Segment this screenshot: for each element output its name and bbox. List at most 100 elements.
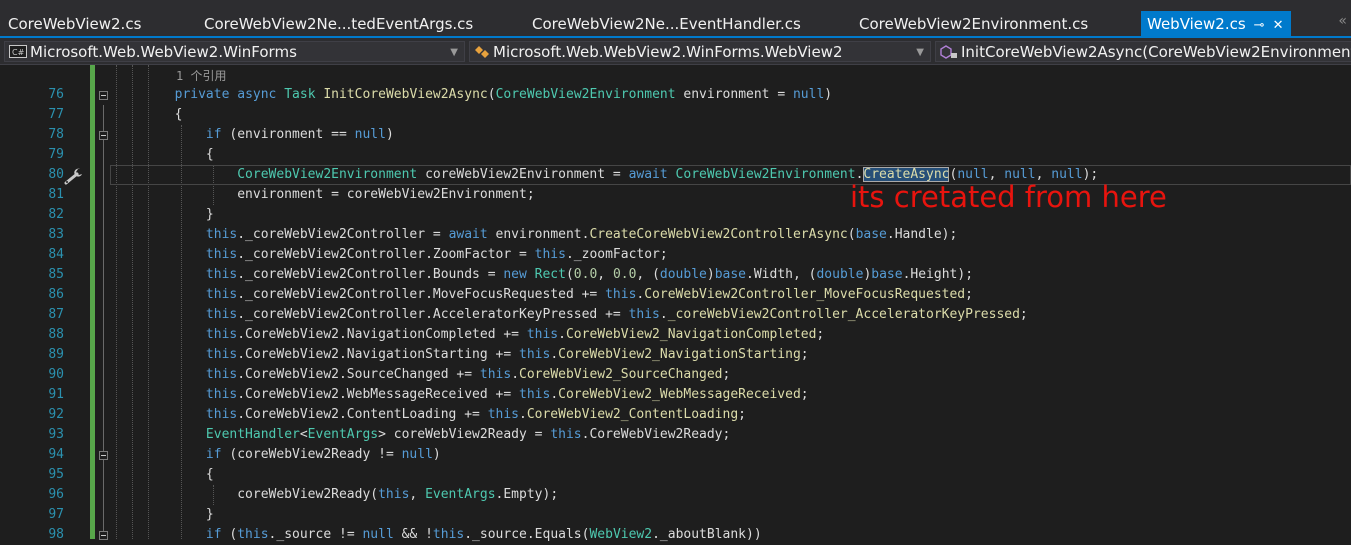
- code-token: ,: [988, 167, 1005, 182]
- line-number: 91: [48, 387, 64, 402]
- code-token: ): [706, 267, 715, 282]
- code-token: 0.0: [612, 267, 637, 282]
- code-line[interactable]: 95 {: [0, 465, 1351, 485]
- code-token: CoreWebView2_SourceChanged: [519, 367, 723, 382]
- type-dropdown[interactable]: Microsoft.Web.WebView2.WinForms.WebView2…: [469, 41, 931, 62]
- code-token: this: [205, 267, 238, 282]
- project-dropdown[interactable]: C# Microsoft.Web.WebView2.WinForms ▼: [4, 41, 465, 62]
- code-text: environment = coreWebView2Environment;: [112, 185, 534, 205]
- code-line[interactable]: 80 CoreWebView2Environment coreWebView2E…: [0, 165, 1351, 185]
- line-number: 97: [48, 507, 64, 522]
- tab-overflow-icon[interactable]: «: [1338, 13, 1347, 29]
- line-number: 85: [48, 267, 64, 282]
- code-token: ._zoomFactor;: [565, 247, 668, 262]
- document-tab-strip: CoreWebView2.cs CoreWebView2Ne...tedEven…: [0, 0, 1351, 38]
- code-token: this: [487, 407, 519, 422]
- code-line[interactable]: 93 EventHandler<EventArgs> coreWebView2R…: [0, 425, 1351, 445]
- code-token: async: [237, 87, 277, 102]
- code-line[interactable]: 82 }: [0, 205, 1351, 225]
- line-number: 84: [48, 247, 64, 262]
- code-token: .: [550, 347, 559, 362]
- code-token: .Handle);: [886, 227, 958, 242]
- code-editor[interactable]: 1 个引用 its cretated from here 76 private …: [0, 65, 1351, 542]
- code-token: double: [659, 267, 707, 282]
- code-text: CoreWebView2Environment coreWebView2Envi…: [112, 165, 1098, 185]
- tab-corewebview2-environment[interactable]: CoreWebView2Environment.cs: [859, 11, 1088, 38]
- codelens-references[interactable]: 1 个引用: [176, 66, 226, 86]
- pin-icon[interactable]: ⊸: [1254, 18, 1265, 33]
- code-token: environment =: [675, 87, 793, 102]
- code-line[interactable]: 92 this.CoreWebView2.ContentLoading += t…: [0, 405, 1351, 425]
- code-line[interactable]: 87 this._coreWebView2Controller.Accelera…: [0, 305, 1351, 325]
- code-token: ._coreWebView2Controller.MoveFocusReques…: [237, 287, 606, 302]
- code-token: .CoreWebView2.ContentLoading +=: [237, 407, 488, 422]
- highlighted-symbol[interactable]: CreateAsync: [863, 167, 950, 182]
- tab-navigation-completed-event-args[interactable]: CoreWebView2Ne...tedEventArgs.cs: [204, 11, 473, 38]
- tab-webview2-cs[interactable]: WebView2.cs ⊸ ✕: [1141, 11, 1292, 38]
- code-line[interactable]: 81 environment = coreWebView2Environment…: [0, 185, 1351, 205]
- code-line[interactable]: 78 if (environment == null): [0, 125, 1351, 145]
- code-line[interactable]: 97 }: [0, 505, 1351, 525]
- code-token: double: [816, 267, 864, 282]
- code-token: EventHandler: [205, 427, 300, 442]
- code-text: this.CoreWebView2.ContentLoading += this…: [112, 405, 746, 425]
- code-token: (: [221, 527, 238, 542]
- code-token: this: [205, 347, 238, 362]
- line-number: 87: [48, 307, 64, 322]
- tab-label: CoreWebView2Ne...tedEventArgs.cs: [204, 15, 474, 33]
- csharp-project-icon: C#: [9, 45, 27, 58]
- code-line[interactable]: 86 this._coreWebView2Controller.MoveFocu…: [0, 285, 1351, 305]
- code-token: InitCoreWebView2Async: [323, 87, 488, 102]
- code-line[interactable]: 88 this.CoreWebView2.NavigationCompleted…: [0, 325, 1351, 345]
- code-text: this._coreWebView2Controller.Bounds = ne…: [112, 265, 973, 285]
- code-line[interactable]: 89 this.CoreWebView2.NavigationStarting …: [0, 345, 1351, 365]
- line-number: 83: [48, 227, 64, 242]
- code-line[interactable]: 79 {: [0, 145, 1351, 165]
- code-line[interactable]: 90 this.CoreWebView2.SourceChanged += th…: [0, 365, 1351, 385]
- code-token: this: [205, 247, 238, 262]
- code-token: if: [205, 527, 222, 542]
- tab-corewebview2-cs[interactable]: CoreWebView2.cs: [8, 11, 141, 38]
- code-token: this: [378, 487, 410, 502]
- close-icon[interactable]: ✕: [1273, 18, 1284, 33]
- code-line[interactable]: 91 this.CoreWebView2.WebMessageReceived …: [0, 385, 1351, 405]
- code-line[interactable]: 76 private async Task InitCoreWebView2As…: [0, 85, 1351, 105]
- code-token: this: [479, 367, 512, 382]
- code-line[interactable]: 98 if (this._source != null && !this._so…: [0, 525, 1351, 545]
- tab-label: CoreWebView2Environment.cs: [859, 15, 1089, 33]
- code-token: > coreWebView2Ready =: [378, 427, 551, 442]
- line-number: 80: [48, 167, 64, 182]
- code-text: this.CoreWebView2.NavigationStarting += …: [112, 345, 809, 365]
- code-token: this: [205, 367, 238, 382]
- code-token: (: [565, 267, 574, 282]
- code-text: }: [112, 505, 214, 525]
- line-number: 96: [48, 487, 64, 502]
- code-line[interactable]: 96 coreWebView2Ready(this, EventArgs.Emp…: [0, 485, 1351, 505]
- code-token: null: [1004, 167, 1036, 182]
- code-line[interactable]: 94 if (coreWebView2Ready != null): [0, 445, 1351, 465]
- code-line[interactable]: 77 {: [0, 105, 1351, 125]
- code-token: CoreWebView2_NavigationCompleted: [565, 327, 817, 342]
- code-token: }: [112, 507, 214, 522]
- code-line[interactable]: 85 this._coreWebView2Controller.Bounds =…: [0, 265, 1351, 285]
- code-text: private async Task InitCoreWebView2Async…: [112, 85, 833, 105]
- code-line[interactable]: 83 this._coreWebView2Controller = await …: [0, 225, 1351, 245]
- code-token: );: [1082, 167, 1099, 182]
- line-number: 93: [48, 427, 64, 442]
- code-token: this: [519, 387, 551, 402]
- member-dropdown[interactable]: InitCoreWebView2Async(CoreWebView2Enviro…: [935, 41, 1351, 62]
- line-number: 92: [48, 407, 64, 422]
- code-line[interactable]: 84 this._coreWebView2Controller.ZoomFact…: [0, 245, 1351, 265]
- tab-navigation-event-handler[interactable]: CoreWebView2Ne...EventHandler.cs: [532, 11, 801, 38]
- line-number: 78: [48, 127, 64, 142]
- code-token: .CoreWebView2.SourceChanged +=: [237, 367, 480, 382]
- code-token: (environment ==: [221, 127, 355, 142]
- code-token: null: [354, 127, 386, 142]
- code-token: this: [205, 327, 238, 342]
- code-token: ,: [409, 487, 426, 502]
- line-number: 76: [48, 87, 64, 102]
